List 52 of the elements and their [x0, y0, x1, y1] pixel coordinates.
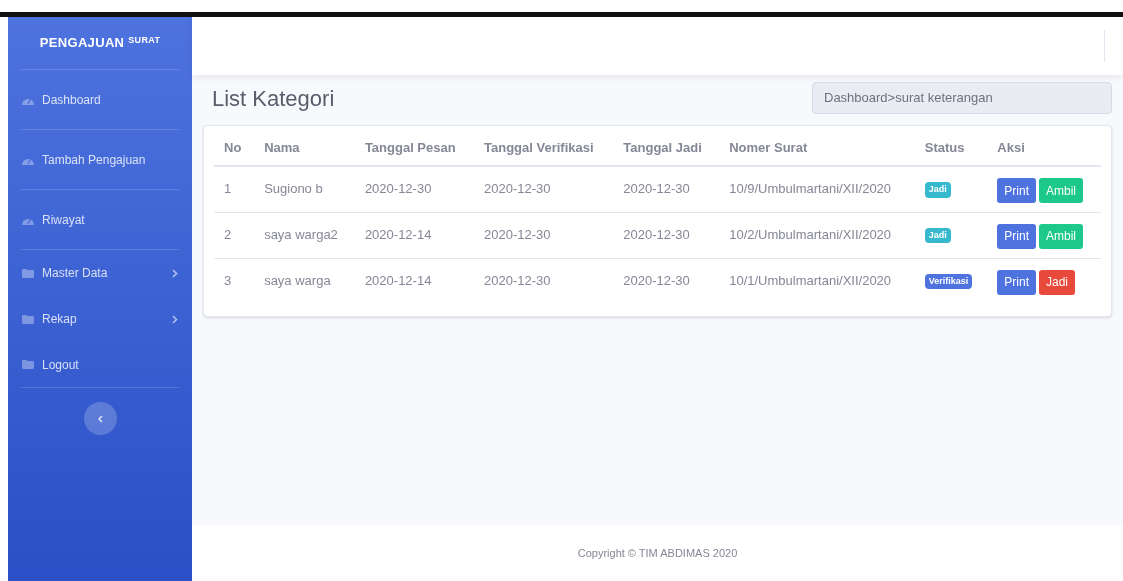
table-cell: 2	[224, 226, 232, 242]
table-cell: 10/9/Umbulmartani/XII/2020	[729, 181, 892, 196]
action-button[interactable]: Ambil	[1039, 223, 1083, 249]
chevron-right-icon	[172, 268, 178, 278]
status-badge: Jadi	[924, 227, 951, 243]
column-header: Nomer Surat	[719, 130, 915, 166]
action-button[interactable]: Print	[997, 223, 1036, 249]
chevron-right-icon	[172, 314, 178, 324]
table-cell: saya warga2	[264, 226, 338, 242]
table-cell: 2020-12-30	[623, 181, 690, 196]
table-cell: 2020-12-30	[484, 272, 551, 288]
table-cell: 3	[224, 272, 232, 288]
table-cell: 2020-12-30	[623, 272, 690, 288]
table-cell: 2020-12-30	[484, 181, 551, 196]
column-header: No	[214, 130, 255, 166]
status-badge: Verifikasi	[924, 273, 973, 289]
footer-copyright: Copyright © TIM ABDIMAS 2020	[577, 545, 738, 561]
column-header: Tanggal Jadi	[613, 130, 720, 166]
table-cell: 2020-12-30	[364, 181, 432, 196]
table-cell: 2020-12-14	[364, 272, 432, 288]
sidebar-item[interactable]: Rekap	[21, 296, 179, 342]
action-button[interactable]: Print	[997, 269, 1036, 295]
sidebar-item[interactable]: Master Data	[21, 250, 179, 296]
folder-icon	[22, 360, 34, 369]
table-cell: saya warga	[264, 272, 331, 288]
sidebar-item[interactable]: Tambah Pengajuan	[21, 130, 179, 190]
table-cell: 10/1/Umbulmartani/XII/2020	[729, 272, 892, 288]
action-button[interactable]: Jadi	[1039, 269, 1075, 295]
sidebar-item[interactable]: Riwayat	[21, 190, 179, 250]
table-cell: 2020-12-14	[364, 226, 432, 242]
table-cell: 2020-12-30	[484, 226, 551, 242]
table-cell: 1	[224, 181, 232, 196]
column-header: Tanggal Pesan	[354, 130, 474, 166]
column-header: Nama	[254, 130, 355, 166]
page-title: List Kategori	[212, 84, 335, 113]
column-header: Aksi	[987, 130, 1101, 166]
status-badge: Jadi	[924, 182, 951, 198]
table-cell: 2020-12-30	[623, 226, 690, 242]
sidebar-item[interactable]: Dashboard	[21, 70, 179, 130]
folder-icon	[22, 268, 34, 278]
sidebar-toggle-button[interactable]	[83, 402, 117, 435]
action-button[interactable]: Ambil	[1039, 178, 1083, 203]
folder-icon	[22, 314, 34, 324]
table-cell: Sugiono b	[264, 181, 323, 196]
sidebar-item[interactable]: Logout	[21, 342, 179, 388]
table-cell: 10/2/Umbulmartani/XII/2020	[729, 226, 892, 242]
action-button[interactable]: Print	[997, 178, 1036, 203]
chevron-left-icon	[97, 414, 103, 423]
breadcrumb: Dashboard>surat keterangan	[812, 82, 1112, 114]
brand-title: PENGAJUAN $^{SURAT}$	[39, 33, 161, 53]
column-header: Tanggal Verifikasi	[474, 130, 614, 166]
column-header: Status	[914, 130, 988, 166]
